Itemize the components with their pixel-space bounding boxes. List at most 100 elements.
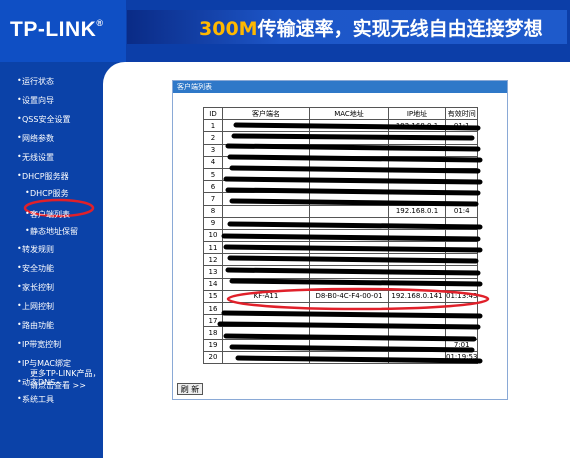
cell-name: [222, 314, 310, 328]
table-row: 13: [203, 265, 479, 279]
cell-mac: [309, 241, 389, 255]
cell-mac: [309, 143, 389, 157]
cell-id: 9: [203, 216, 223, 230]
cell-mac: D8-B0-4C-F4-00-01: [309, 289, 389, 304]
cell-time: [444, 131, 479, 145]
cell-name: [222, 119, 310, 133]
sidebar-item[interactable]: IP与MAC绑定: [17, 358, 71, 369]
col-header-name: 客户端名: [222, 106, 310, 121]
cell-name: [222, 143, 310, 157]
cell-mac: [309, 216, 389, 230]
table-row: 19 7:01: [203, 338, 479, 352]
sidebar-item[interactable]: 设置向导: [17, 95, 54, 106]
cell-ip: 192.168.0.141: [388, 289, 446, 304]
refresh-button[interactable]: 刷 新: [177, 383, 203, 395]
logo: TP-LINK®: [0, 0, 126, 62]
cell-mac: [309, 180, 389, 194]
panel-title: 客户端列表: [173, 81, 507, 93]
cell-mac: [309, 277, 389, 291]
table-row: 11: [203, 241, 479, 255]
cell-ip: [388, 314, 446, 328]
cell-time: [444, 241, 479, 255]
cell-name: [222, 167, 310, 182]
header: TP-LINK® 300M传输速率，实现无线自由连接梦想: [0, 0, 570, 62]
cell-mac: [309, 228, 389, 243]
client-list-panel: 客户端列表 ID 客户端名 MAC地址 IP地址 有效时间 1 192.168.0…: [172, 80, 508, 400]
cell-name: [222, 204, 310, 218]
col-header-mac: MAC地址: [309, 106, 389, 121]
sidebar-item[interactable]: 家长控制: [17, 282, 54, 293]
cell-ip: [388, 265, 446, 279]
cell-id: 17: [203, 314, 223, 328]
cell-time: [444, 192, 479, 206]
table-row: 6: [203, 180, 479, 194]
banner: 300M传输速率，实现无线自由连接梦想: [127, 10, 567, 44]
sidebar-item[interactable]: 系统工具: [17, 394, 54, 405]
sidebar-item[interactable]: 安全功能: [17, 263, 54, 274]
table-row: 1 192.168.0.1 01:1: [203, 119, 479, 133]
cell-id: 20: [203, 350, 223, 364]
cell-time: [444, 314, 479, 328]
sidebar-item[interactable]: 上网控制: [17, 301, 54, 312]
cell-ip: [388, 350, 446, 364]
cell-id: 18: [203, 326, 223, 340]
cell-id: 19: [203, 338, 223, 352]
cell-time: [444, 326, 479, 340]
cell-ip: [388, 192, 446, 206]
cell-id: 10: [203, 228, 223, 243]
cell-name: [222, 301, 310, 316]
cell-id: 16: [203, 301, 223, 316]
cell-name: [222, 192, 310, 206]
cell-id: 13: [203, 265, 223, 279]
table-row: 14: [203, 277, 479, 291]
table-row: 9: [203, 216, 479, 230]
cell-time: [444, 167, 479, 182]
logo-text: TP-LINK: [10, 18, 97, 41]
sidebar-item[interactable]: 路由功能: [17, 320, 54, 331]
cell-mac: [309, 119, 389, 133]
cell-name: [222, 180, 310, 194]
sidebar-item[interactable]: QSS安全设置: [17, 114, 71, 125]
cell-name: [222, 228, 310, 243]
cell-ip: [388, 338, 446, 352]
cell-id: 15: [203, 289, 223, 304]
sidebar-item[interactable]: 网络参数: [17, 133, 54, 144]
cell-mac: [309, 314, 389, 328]
cell-mac: [309, 253, 389, 267]
cell-ip: [388, 241, 446, 255]
table-row: 20 01:19:53: [203, 350, 479, 364]
cell-name: [222, 241, 310, 255]
cell-name: [222, 216, 310, 230]
cell-ip: [388, 326, 446, 340]
sidebar-item[interactable]: DHCP服务: [25, 188, 69, 199]
cell-id: 11: [203, 241, 223, 255]
sidebar-item[interactable]: 无线设置: [17, 152, 54, 163]
cell-id: 5: [203, 167, 223, 182]
cell-ip: [388, 277, 446, 291]
cell-time: [444, 277, 479, 291]
cell-mac: [309, 167, 389, 182]
col-header-ip: IP地址: [388, 106, 446, 121]
client-table: ID 客户端名 MAC地址 IP地址 有效时间 1 192.168.0.1 01:1…: [203, 106, 479, 364]
sidebar-item[interactable]: 运行状态: [17, 76, 54, 87]
cell-mac: [309, 131, 389, 145]
cell-time: [444, 301, 479, 316]
cell-ip: [388, 180, 446, 194]
table-row: 17: [203, 314, 479, 328]
sidebar-item[interactable]: 客户端列表: [25, 209, 70, 220]
sidebar-item[interactable]: IP带宽控制: [17, 339, 61, 350]
cell-time: [444, 228, 479, 243]
cell-name: [222, 131, 310, 145]
cell-name: [222, 350, 310, 364]
table-row: 2: [203, 131, 479, 145]
cell-name: [222, 326, 310, 340]
sidebar-item[interactable]: 动态DNS: [17, 377, 55, 388]
sidebar-item[interactable]: 转发规则: [17, 244, 54, 255]
cell-id: 1: [203, 119, 223, 133]
cell-time: [444, 155, 479, 169]
cell-time: [444, 253, 479, 267]
cell-ip: [388, 216, 446, 230]
table-row: 12: [203, 253, 479, 267]
sidebar-item[interactable]: DHCP服务器: [17, 171, 69, 182]
sidebar-item[interactable]: 静态地址保留: [25, 226, 78, 237]
